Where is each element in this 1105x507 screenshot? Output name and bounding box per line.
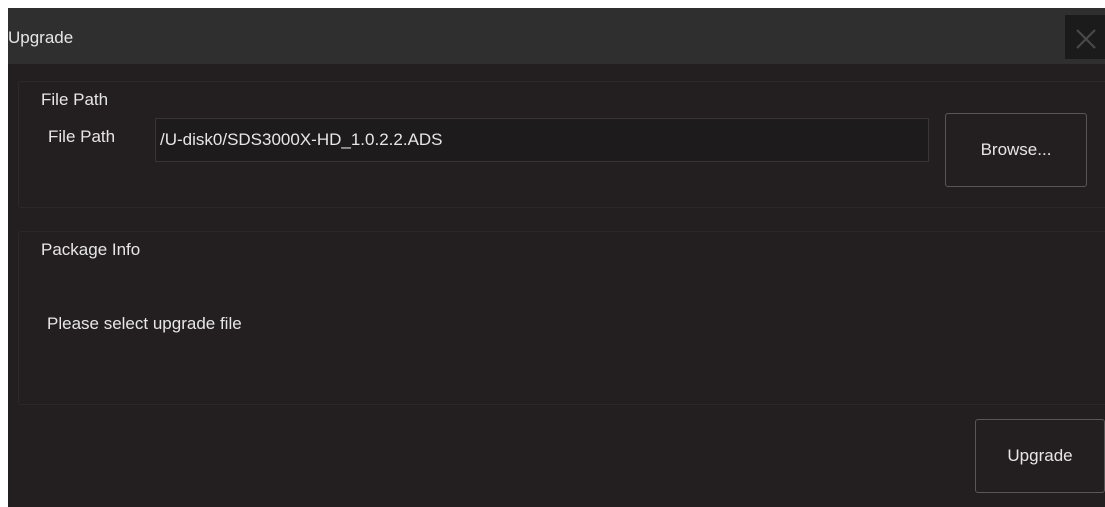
close-button[interactable] [1065,15,1105,59]
file-path-input[interactable] [155,118,929,162]
file-path-group: File Path File Path Browse... [18,81,1105,208]
package-info-group-title: Package Info [41,240,141,259]
upgrade-button[interactable]: Upgrade [975,419,1105,493]
browse-button[interactable]: Browse... [945,113,1087,187]
file-path-group-title: File Path [41,90,109,109]
upgrade-dialog: Upgrade File Path File Path Browse... Pa… [8,8,1105,507]
package-info-group: Package Info Please select upgrade file [18,231,1105,405]
close-icon [1076,29,1096,49]
file-path-label: File Path [48,127,116,146]
package-info-message: Please select upgrade file [47,314,242,333]
title-bar: Upgrade [8,8,1105,64]
dialog-title: Upgrade [8,28,74,47]
